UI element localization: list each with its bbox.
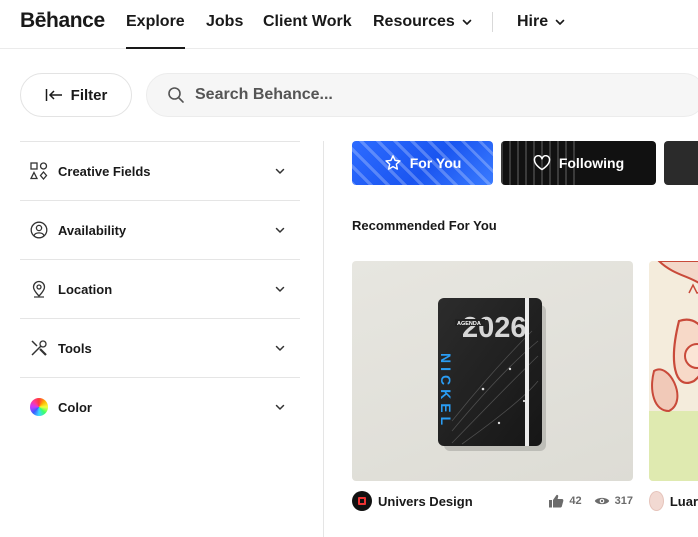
cover-name: NICKEL <box>438 353 454 429</box>
person-circle-icon <box>30 221 48 239</box>
tab-following[interactable]: Following <box>501 141 656 185</box>
nav-jobs[interactable]: Jobs <box>206 13 243 31</box>
sidebar-item-location[interactable]: Location <box>20 259 300 318</box>
nav-client-work-label: Client Work <box>263 13 352 30</box>
owner-name[interactable]: Univers Design <box>378 494 473 509</box>
tab-more[interactable] <box>664 141 698 185</box>
avatar[interactable] <box>352 491 372 511</box>
tab-for-you[interactable]: For You <box>352 141 493 185</box>
project-meta: Luar <box>649 491 698 511</box>
tools-icon <box>30 339 48 357</box>
nav-explore-label: Explore <box>126 13 185 30</box>
chevron-down-icon <box>275 227 285 233</box>
views-count: 317 <box>594 495 633 507</box>
filter-button-label: Filter <box>70 86 108 104</box>
behance-logo[interactable]: Bēhance <box>20 9 105 33</box>
sidebar-item-label: Tools <box>58 340 92 356</box>
sidebar-item-color[interactable]: Color <box>20 377 300 436</box>
search-icon <box>168 87 184 103</box>
likes-count[interactable]: 42 <box>548 494 582 508</box>
notebook-cover-image: 2026 AGENDA NICKEL <box>438 298 546 451</box>
filter-button[interactable]: Filter <box>20 73 132 117</box>
tab-following-label: Following <box>558 155 625 171</box>
likes-value: 42 <box>569 495 582 507</box>
search-input[interactable] <box>195 86 595 104</box>
cover-badge: AGENDA <box>457 321 481 327</box>
filter-collapse-icon <box>45 89 62 101</box>
shapes-icon <box>30 162 48 180</box>
chevron-down-icon <box>462 19 472 25</box>
cover-year: 2026 <box>462 312 527 344</box>
chevron-down-icon <box>275 404 285 410</box>
nav-jobs-label: Jobs <box>206 13 244 30</box>
map-pin-icon <box>30 280 48 298</box>
nav-hire[interactable]: Hire <box>517 13 566 31</box>
chevron-down-icon <box>275 286 285 292</box>
section-title: Recommended For You <box>352 218 497 233</box>
search-bar <box>146 73 698 117</box>
thumbs-up-icon <box>549 494 564 508</box>
sidebar-item-label: Creative Fields <box>58 163 151 179</box>
eye-icon <box>594 497 609 505</box>
nav-resources-label: Resources <box>373 13 455 30</box>
nav-client-work[interactable]: Client Work <box>263 13 352 31</box>
sidebar-item-label: Location <box>58 281 113 297</box>
nav-explore[interactable]: Explore <box>126 13 185 49</box>
project-meta: Univers Design 42 317 <box>352 491 633 511</box>
project-cover[interactable] <box>649 261 698 481</box>
top-nav: Bēhance Explore Jobs Client Work Resourc… <box>0 0 698 49</box>
sidebar-item-availability[interactable]: Availability <box>20 200 300 259</box>
sidebar-item-label: Color <box>58 399 92 415</box>
chevron-down-icon <box>275 168 285 174</box>
views-value: 317 <box>614 495 633 507</box>
color-wheel-icon <box>30 398 48 416</box>
chevron-down-icon <box>275 345 285 351</box>
sidebar-item-creative-fields[interactable]: Creative Fields <box>20 141 300 200</box>
chevron-down-icon <box>555 19 565 25</box>
sidebar-item-tools[interactable]: Tools <box>20 318 300 377</box>
nav-hire-label: Hire <box>517 13 549 30</box>
nav-resources[interactable]: Resources <box>373 13 473 31</box>
sidebar-divider <box>323 141 324 537</box>
project-cover[interactable]: 2026 AGENDA NICKEL <box>352 261 633 481</box>
sidebar-item-label: Availability <box>58 222 127 238</box>
nav-divider <box>492 12 493 32</box>
filter-sidebar: Creative Fields Availability Location To… <box>20 141 300 436</box>
owner-name[interactable]: Luar <box>670 494 698 509</box>
illustration-cover-image <box>649 261 698 481</box>
heart-icon <box>533 155 551 171</box>
avatar[interactable] <box>649 491 664 511</box>
star-icon <box>385 155 401 170</box>
tab-for-you-label: For You <box>409 155 462 171</box>
